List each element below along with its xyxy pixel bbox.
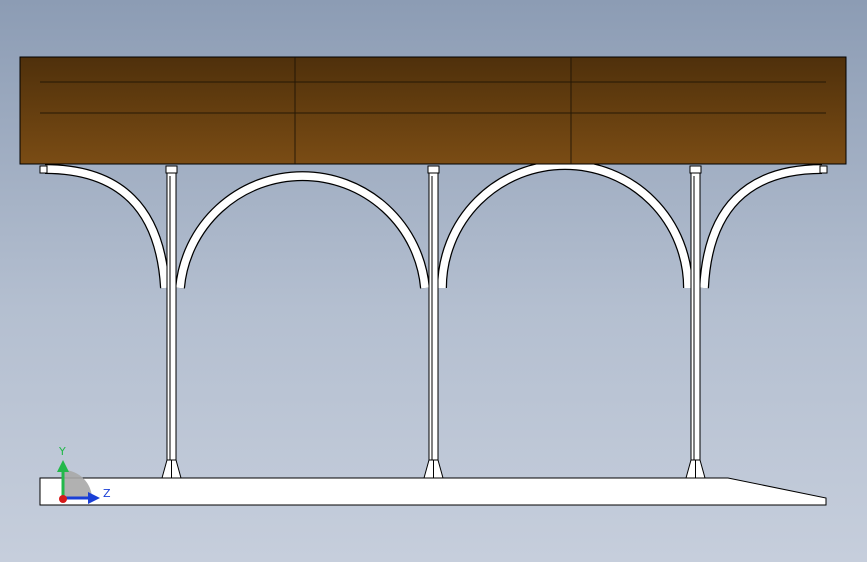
columns [161,165,706,479]
column-left [161,165,182,479]
wooden-roof [19,56,847,165]
triad-sphere [63,470,92,499]
base-slab [39,477,827,506]
x-axis-dot [59,495,67,503]
column-right [685,165,706,479]
axis-triad[interactable]: Y Z [57,445,111,504]
3d-viewport[interactable]: Y Z [0,0,867,562]
column-center [423,165,444,479]
carport-model[interactable]: Y Z [0,0,867,562]
y-axis-label: Y [58,445,66,458]
y-axis-arrow [57,460,69,472]
z-axis-label: Z [103,487,111,500]
